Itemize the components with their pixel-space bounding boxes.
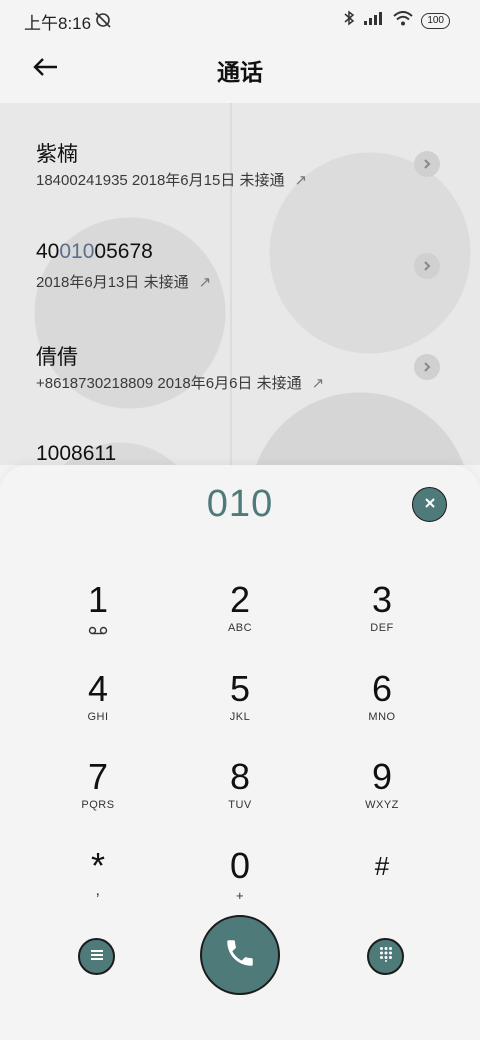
keypad-toggle-button[interactable] (367, 938, 404, 975)
phone-icon (223, 936, 257, 975)
header: 通话 (0, 40, 480, 102)
key-5[interactable]: 5 JKL (180, 669, 300, 749)
call-log-item[interactable]: 1008611 (0, 407, 480, 465)
call-log-item[interactable]: 紫楠 18400241935 2018年6月15日 未接通 ↗ (0, 103, 480, 203)
key-1[interactable]: 1 (38, 580, 158, 660)
call-log-item[interactable]: 4001005678 2018年6月13日 未接通 ↗ (0, 205, 480, 305)
voicemail-icon (38, 626, 158, 635)
outgoing-call-icon: ↗ (294, 172, 308, 189)
key-8[interactable]: 8 TUV (180, 757, 300, 837)
key-9[interactable]: 9 WXYZ (322, 757, 442, 837)
menu-icon (90, 948, 104, 966)
battery-indicator: 100 (421, 12, 450, 29)
close-icon (424, 496, 436, 514)
call-button[interactable] (200, 915, 280, 995)
contact-number: 4001005678 (36, 240, 153, 263)
status-bar: 上午8:16 100 (0, 0, 480, 40)
outgoing-call-icon: ↗ (198, 274, 212, 291)
dialpad-icon (379, 946, 393, 967)
contact-name: 倩倩 (36, 346, 78, 369)
call-detail: +8618730218809 2018年6月6日 未接通 ↗ (36, 375, 325, 392)
call-log-item[interactable]: 倩倩 +8618730218809 2018年6月6日 未接通 ↗ (0, 306, 480, 406)
key-3[interactable]: 3 DEF (322, 580, 442, 660)
alarm-muted-icon (94, 11, 112, 34)
call-detail: 2018年6月13日 未接通 ↗ (36, 274, 212, 291)
dial-input-display: 010 (206, 483, 274, 525)
signal-icon (363, 11, 385, 30)
bluetooth-icon (343, 10, 355, 31)
page-title: 通话 (217, 59, 263, 85)
key-hash[interactable]: # (322, 846, 442, 926)
call-detail: 18400241935 2018年6月15日 未接通 ↗ (36, 172, 308, 189)
key-2[interactable]: 2 ABC (180, 580, 300, 660)
clear-button[interactable] (412, 487, 447, 522)
chevron-right-icon[interactable] (414, 354, 440, 380)
key-6[interactable]: 6 MNO (322, 669, 442, 749)
contact-name: 紫楠 (36, 143, 78, 166)
key-star[interactable]: * , (38, 846, 158, 926)
menu-button[interactable] (78, 938, 115, 975)
status-time: 上午8:16 (24, 14, 92, 33)
outgoing-call-icon: ↗ (311, 375, 325, 392)
match-highlight: 010 (59, 240, 95, 263)
key-4[interactable]: 4 GHI (38, 669, 158, 749)
chevron-right-icon[interactable] (414, 253, 440, 279)
chevron-right-icon[interactable] (414, 151, 440, 177)
wifi-icon (393, 10, 413, 31)
call-log-list[interactable]: 紫楠 18400241935 2018年6月15日 未接通 ↗ 400100567… (0, 103, 480, 465)
key-7[interactable]: 7 PQRS (38, 757, 158, 837)
key-0[interactable]: 0 + (180, 846, 300, 926)
contact-number: 1008611 (36, 442, 117, 465)
dialpad-panel: 010 1 2 ABC 3 DEF 4 GHI 5 JKL 6 MNO 7 PQ… (0, 465, 480, 1040)
